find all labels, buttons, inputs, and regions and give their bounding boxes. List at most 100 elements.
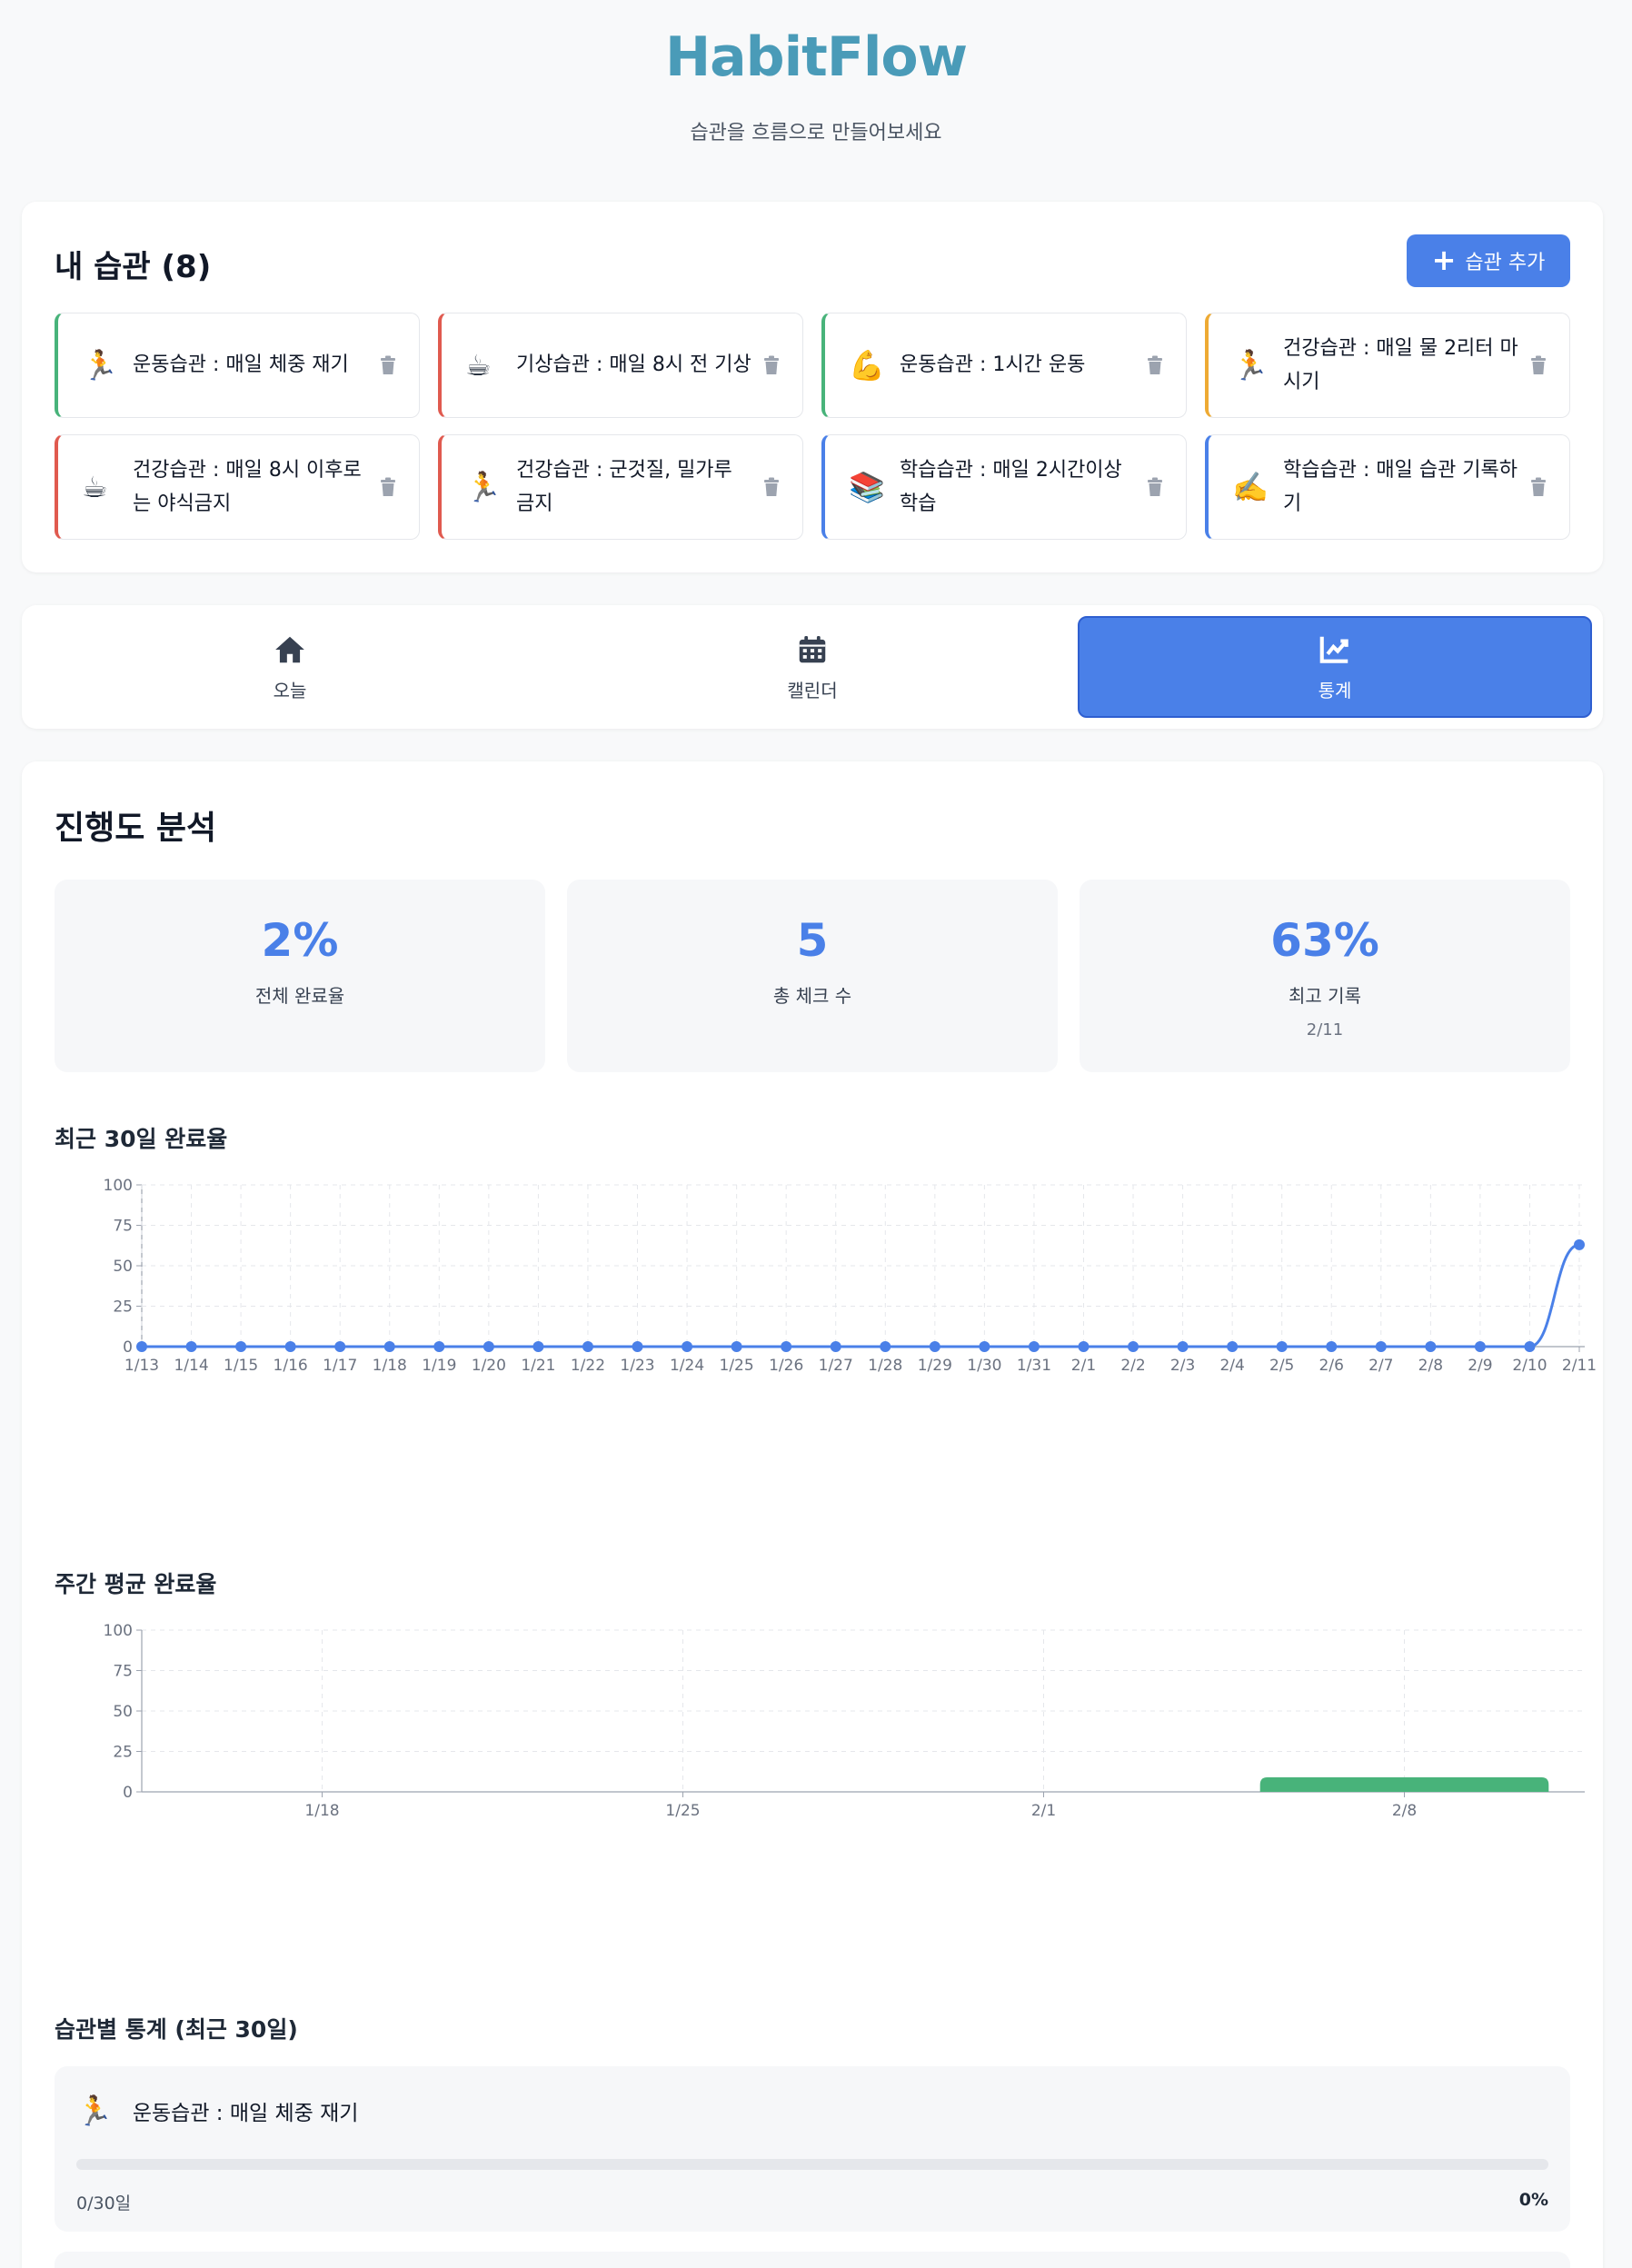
tab-today-label: 오늘 [273, 679, 307, 701]
stats-title: 진행도 분석 [55, 810, 217, 847]
data-point [1425, 1341, 1437, 1352]
chart-icon [1319, 636, 1348, 663]
x-tick-label: 1/25 [720, 1357, 754, 1375]
x-tick-label: 1/13 [124, 1357, 159, 1375]
habit-chip[interactable]: 🏃 건강습관 : 매일 물 2리터 마시기 [1205, 313, 1570, 418]
metric-value: 5 [796, 914, 829, 967]
x-tick-label: 2/11 [1562, 1357, 1597, 1375]
data-point [1227, 1341, 1239, 1352]
habit-chip[interactable]: ☕ 건강습관 : 매일 8시 이후로는 야식금지 [55, 434, 420, 540]
x-tick-label: 2/9 [1468, 1357, 1492, 1375]
data-point [979, 1341, 990, 1352]
habit-emoji: ✍️ [1232, 470, 1269, 504]
habit-emoji: ☕ [82, 470, 108, 504]
x-tick-label: 2/1 [1071, 1357, 1096, 1375]
trash-icon[interactable] [1529, 477, 1547, 497]
y-tick-label: 100 [104, 1177, 133, 1195]
trash-icon[interactable] [1529, 355, 1547, 375]
habit-stat-head: 🏃 운동습관 : 매일 체중 재기 [76, 2094, 358, 2128]
habit-name: 건강습관 : 군것질, 밀가루 금지 [516, 458, 732, 515]
stats-card: 진행도 분석 2% 전체 완료율 5 총 체크 수 63% 최고 기록 2/11… [22, 761, 1603, 2268]
trash-icon[interactable] [379, 355, 397, 375]
habit-name: 운동습관 : 1시간 운동 [900, 353, 1086, 377]
habits-title: 내 습관 (8) [55, 249, 212, 285]
habit-name: 학습습관 : 매일 2시간이상 학습 [900, 458, 1122, 515]
x-tick-label: 1/28 [868, 1357, 902, 1375]
data-point [235, 1341, 247, 1352]
habit-emoji: 💪 [849, 348, 885, 383]
x-tick-label: 2/8 [1418, 1357, 1443, 1375]
habit-chip[interactable]: 🏃 건강습관 : 군것질, 밀가루 금지 [438, 434, 803, 540]
habit-emoji: ☕ [465, 348, 492, 383]
data-point [532, 1341, 544, 1352]
app-title: HabitFlow [664, 25, 968, 89]
y-tick-label: 0 [123, 1338, 133, 1357]
calendar-icon [799, 635, 826, 662]
data-point [830, 1341, 841, 1352]
line-series [141, 1243, 1580, 1348]
line-chart: 0 25 50 75 100 1/13 1/14 1/15 1/16 1/17 1/18 1/19 1/… [104, 1177, 1597, 1375]
metric-label: 전체 완료율 [254, 985, 345, 1007]
add-habit-button[interactable]: + 습관 추가 [1407, 234, 1570, 287]
metric-sub: 2/11 [1306, 1020, 1344, 1040]
metric-label: 총 체크 수 [772, 985, 852, 1007]
data-point [1128, 1341, 1139, 1352]
x-tick-label: 1/17 [323, 1357, 357, 1375]
trash-icon[interactable] [762, 477, 781, 497]
tab-calendar[interactable]: 캘린더 [555, 616, 1070, 718]
x-tick-label: 1/30 [967, 1357, 1001, 1375]
data-point [483, 1341, 494, 1352]
y-tick-label: 100 [104, 1622, 133, 1640]
x-tick-label: 1/23 [620, 1357, 654, 1375]
metric-value: 63% [1270, 914, 1379, 967]
x-tick-label: 2/10 [1512, 1357, 1547, 1375]
habit-stat-row: 🏃 운동습관 : 매일 체중 재기 0/30일 0% [55, 2066, 1570, 2232]
data-point [1474, 1341, 1486, 1352]
habits-card: 내 습관 (8) + 습관 추가 🏃 운동습관 : 매일 체중 재기 ☕ 기상습관 :… [22, 202, 1603, 572]
habit-name: 학습습관 : 매일 습관 기록하기 [1283, 458, 1518, 515]
habit-chip[interactable]: ✍️ 학습습관 : 매일 습관 기록하기 [1205, 434, 1570, 540]
y-tick-label: 0 [123, 1784, 133, 1802]
data-point [1177, 1341, 1189, 1352]
habit-stats-title: 습관별 통계 (최근 30일) [55, 2016, 298, 2043]
data-point [383, 1341, 395, 1352]
trash-icon[interactable] [762, 355, 781, 375]
habit-chip[interactable]: 🏃 운동습관 : 매일 체중 재기 [55, 313, 420, 418]
x-tick-label: 2/2 [1120, 1357, 1145, 1375]
habit-chip[interactable]: 💪 운동습관 : 1시간 운동 [821, 313, 1187, 418]
x-tick-label: 2/3 [1170, 1357, 1195, 1375]
x-tick-label: 1/14 [174, 1357, 208, 1375]
habit-emoji: 🏃 [1232, 348, 1269, 383]
habit-stat-days: 0/30일 [76, 2193, 132, 2213]
habit-chip[interactable]: 📚 학습습관 : 매일 2시간이상 학습 [821, 434, 1187, 540]
metric-total-checks: 5 총 체크 수 [567, 880, 1058, 1072]
data-point [781, 1341, 792, 1352]
x-tick-label: 1/15 [224, 1357, 258, 1375]
data-point [1375, 1341, 1387, 1352]
add-habit-label: 습관 추가 [1465, 252, 1546, 274]
data-point [1574, 1238, 1585, 1250]
data-point [1028, 1341, 1040, 1352]
tab-stats-label: 통계 [1318, 679, 1352, 701]
habit-name: 건강습관 : 매일 8시 이후로는 야식금지 [133, 458, 362, 515]
data-point [880, 1341, 891, 1352]
habit-emoji: 🏃 [82, 348, 118, 383]
data-point [632, 1341, 643, 1352]
tab-bar: 오늘 캘린더 통계 [22, 605, 1603, 729]
x-tick-label: 1/16 [274, 1357, 308, 1375]
y-tick-label: 25 [113, 1744, 133, 1762]
trash-icon[interactable] [1146, 355, 1164, 375]
habit-list: 🏃 운동습관 : 매일 체중 재기 ☕ 기상습관 : 매일 8시 전 기상 💪 운동습관 … [55, 313, 1570, 540]
tab-today[interactable]: 오늘 [33, 616, 547, 718]
y-tick-label: 50 [113, 1258, 133, 1276]
x-tick-label: 1/18 [373, 1357, 407, 1375]
trash-icon[interactable] [1146, 477, 1164, 497]
metric-label: 최고 기록 [1289, 985, 1361, 1007]
x-tick-label: 1/20 [472, 1357, 506, 1375]
bar-chart-title: 주간 평균 완료율 [55, 1571, 217, 1597]
tab-stats[interactable]: 통계 [1078, 616, 1592, 718]
habit-chip[interactable]: ☕ 기상습관 : 매일 8시 전 기상 [438, 313, 803, 418]
data-point [334, 1341, 346, 1352]
x-tick-label: 1/31 [1017, 1357, 1051, 1375]
trash-icon[interactable] [379, 477, 397, 497]
